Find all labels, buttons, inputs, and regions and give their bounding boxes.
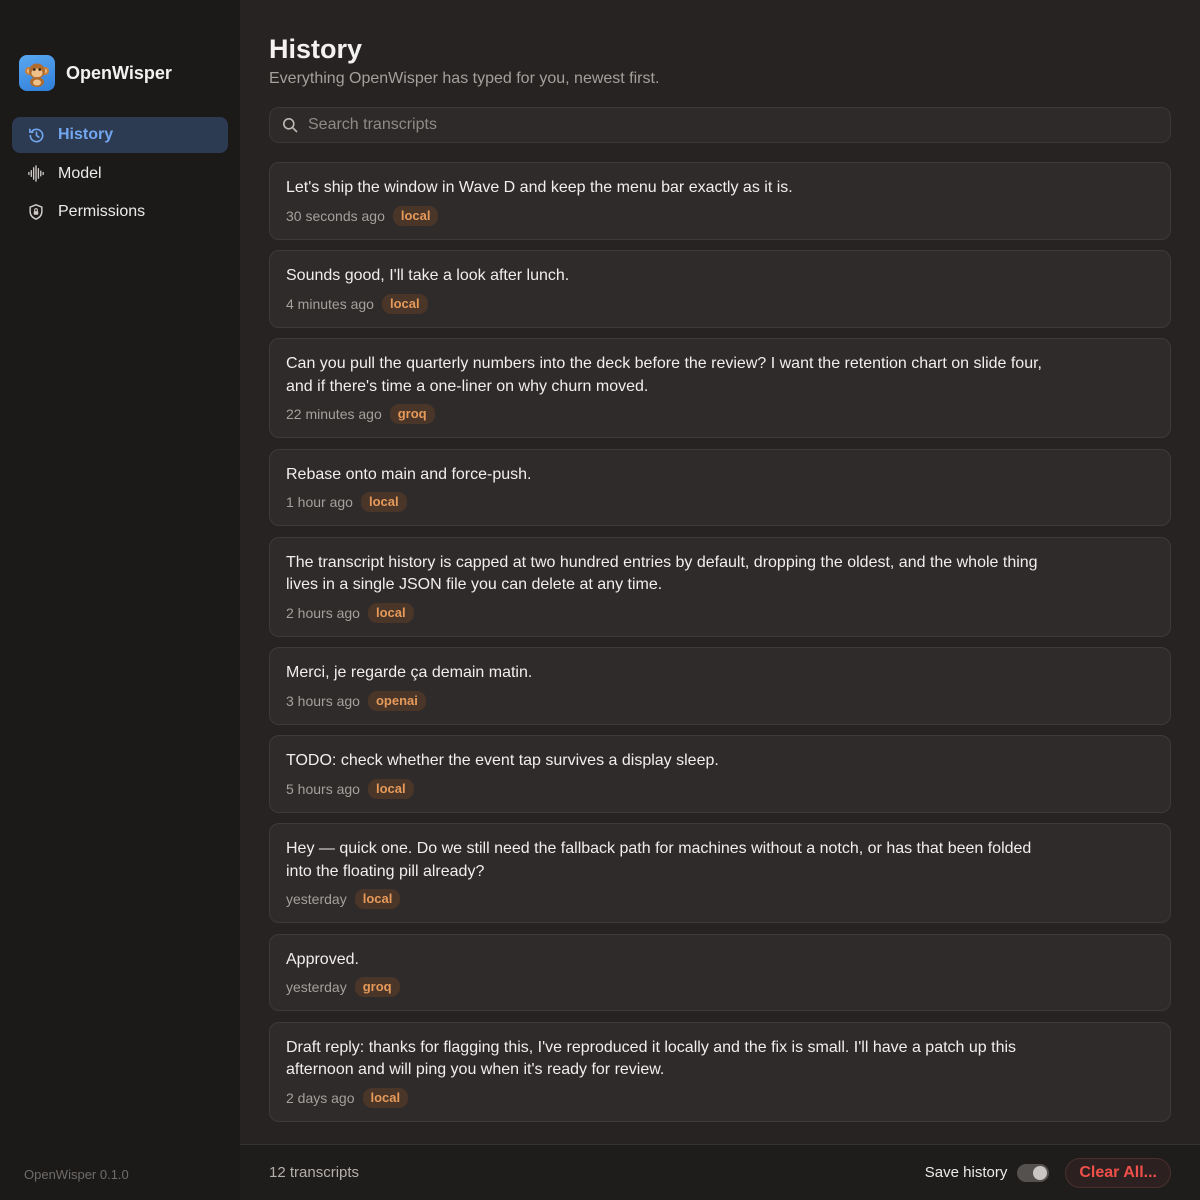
transcript-time: 2 days ago xyxy=(286,1089,355,1106)
app-version: OpenWisper 0.1.0 xyxy=(24,1167,129,1182)
search-input[interactable] xyxy=(308,116,1158,134)
source-badge: local xyxy=(360,492,407,512)
transcript-card[interactable]: The transcript history is capped at two … xyxy=(269,536,1171,637)
transcript-meta: 22 minutes ago groq xyxy=(286,404,1154,424)
source-badge: local xyxy=(362,1087,409,1108)
sidebar-item-permissions[interactable]: Permissions xyxy=(12,194,228,230)
transcript-meta: 30 seconds ago local xyxy=(286,205,1154,226)
transcript-list[interactable]: Let's ship the window in Wave D and keep… xyxy=(269,162,1171,1142)
source-badge: local xyxy=(381,293,428,314)
transcript-text: Draft reply: thanks for flagging this, I… xyxy=(286,1038,1017,1079)
main-content: History Everything OpenWisper has typed … xyxy=(240,0,1200,1200)
transcript-card[interactable]: Approved. yesterday groq xyxy=(269,933,1171,1011)
sidebar-item-label: Model xyxy=(58,164,102,182)
transcript-text: TODO: check whether the event tap surviv… xyxy=(286,752,719,769)
source-badge: local xyxy=(367,602,414,623)
source-badge: local xyxy=(392,205,439,226)
sidebar-item-history[interactable]: History xyxy=(12,117,228,153)
transcript-card[interactable]: Sounds good, I'll take a look after lunc… xyxy=(269,250,1171,328)
transcript-time: 4 minutes ago xyxy=(286,295,374,312)
transcript-time: 2 hours ago xyxy=(286,604,360,621)
transcript-text: Rebase onto main and force-push. xyxy=(286,465,532,483)
page-subtitle: Everything OpenWisper has typed for you,… xyxy=(269,70,660,87)
transcript-time: 30 seconds ago xyxy=(286,207,385,224)
source-badge: groq xyxy=(389,404,435,424)
app-window: OpenWisper History Model Permissions Ope… xyxy=(0,0,1200,1200)
transcript-meta: yesterday groq xyxy=(286,977,1154,997)
page-header: History Everything OpenWisper has typed … xyxy=(240,0,1200,88)
transcript-meta: 2 hours ago local xyxy=(286,602,1154,623)
save-history-label: Save history xyxy=(924,1164,1008,1181)
transcript-text: Can you pull the quarterly numbers into … xyxy=(286,355,1042,395)
transcript-meta: 5 hours ago local xyxy=(286,778,1154,799)
transcript-text: Merci, je regarde ça demain matin. xyxy=(286,664,533,681)
source-badge: local xyxy=(354,889,401,909)
transcript-card[interactable]: Let's ship the window in Wave D and keep… xyxy=(269,162,1171,240)
transcript-text: Let's ship the window in Wave D and keep… xyxy=(286,179,793,196)
search-bar[interactable] xyxy=(269,107,1171,143)
source-badge: groq xyxy=(354,977,400,997)
transcript-card[interactable]: Rebase onto main and force-push. 1 hour … xyxy=(269,448,1171,526)
sidebar-nav: History Model Permissions xyxy=(12,117,228,233)
transcript-time: 3 hours ago xyxy=(286,692,360,709)
transcript-card[interactable]: Merci, je regarde ça demain matin. 3 hou… xyxy=(269,647,1171,725)
transcript-card[interactable]: Can you pull the quarterly numbers into … xyxy=(269,338,1171,438)
transcript-meta: yesterday local xyxy=(286,889,1154,909)
sidebar-item-label: History xyxy=(58,126,114,143)
sidebar-item-model[interactable]: Model xyxy=(12,156,228,192)
transcript-card[interactable]: Hey — quick one. Do we still need the fa… xyxy=(269,823,1171,923)
transcript-meta: 3 hours ago openai xyxy=(286,690,1154,711)
transcript-time: yesterday xyxy=(286,979,347,995)
app-name: OpenWisper xyxy=(66,62,172,83)
sidebar-item-label: Permissions xyxy=(58,203,146,220)
history-icon xyxy=(26,125,46,145)
clear-all-button[interactable]: Clear All... xyxy=(1065,1157,1171,1188)
source-badge: local xyxy=(367,778,414,799)
footer-bar: 12 transcripts Save history Clear All... xyxy=(240,1144,1200,1200)
transcript-time: 22 minutes ago xyxy=(286,406,382,422)
sidebar: OpenWisper History Model Permissions Ope… xyxy=(0,0,240,1200)
transcript-card[interactable]: TODO: check whether the event tap surviv… xyxy=(269,735,1171,813)
transcript-text: The transcript history is capped at two … xyxy=(286,553,1038,594)
transcript-time: 5 hours ago xyxy=(286,780,360,797)
save-history-toggle[interactable] xyxy=(1017,1163,1050,1182)
shield-icon xyxy=(26,202,46,222)
toggle-knob xyxy=(1033,1165,1048,1180)
waveform-icon xyxy=(26,164,46,184)
monkey-logo-icon xyxy=(19,55,55,91)
transcript-count: 12 transcripts xyxy=(269,1164,360,1181)
transcript-text: Approved. xyxy=(286,950,359,968)
source-badge: openai xyxy=(367,690,426,711)
transcript-text: Hey — quick one. Do we still need the fa… xyxy=(286,840,1032,880)
transcript-time: 1 hour ago xyxy=(286,494,353,510)
transcript-card[interactable]: Draft reply: thanks for flagging this, I… xyxy=(269,1021,1171,1122)
transcript-meta: 1 hour ago local xyxy=(286,492,1154,512)
transcript-meta: 2 days ago local xyxy=(286,1087,1154,1108)
transcript-time: yesterday xyxy=(286,891,347,907)
transcript-meta: 4 minutes ago local xyxy=(286,293,1154,314)
transcript-text: Sounds good, I'll take a look after lunc… xyxy=(286,267,570,284)
page-title: History xyxy=(269,34,363,64)
search-icon xyxy=(282,117,298,133)
